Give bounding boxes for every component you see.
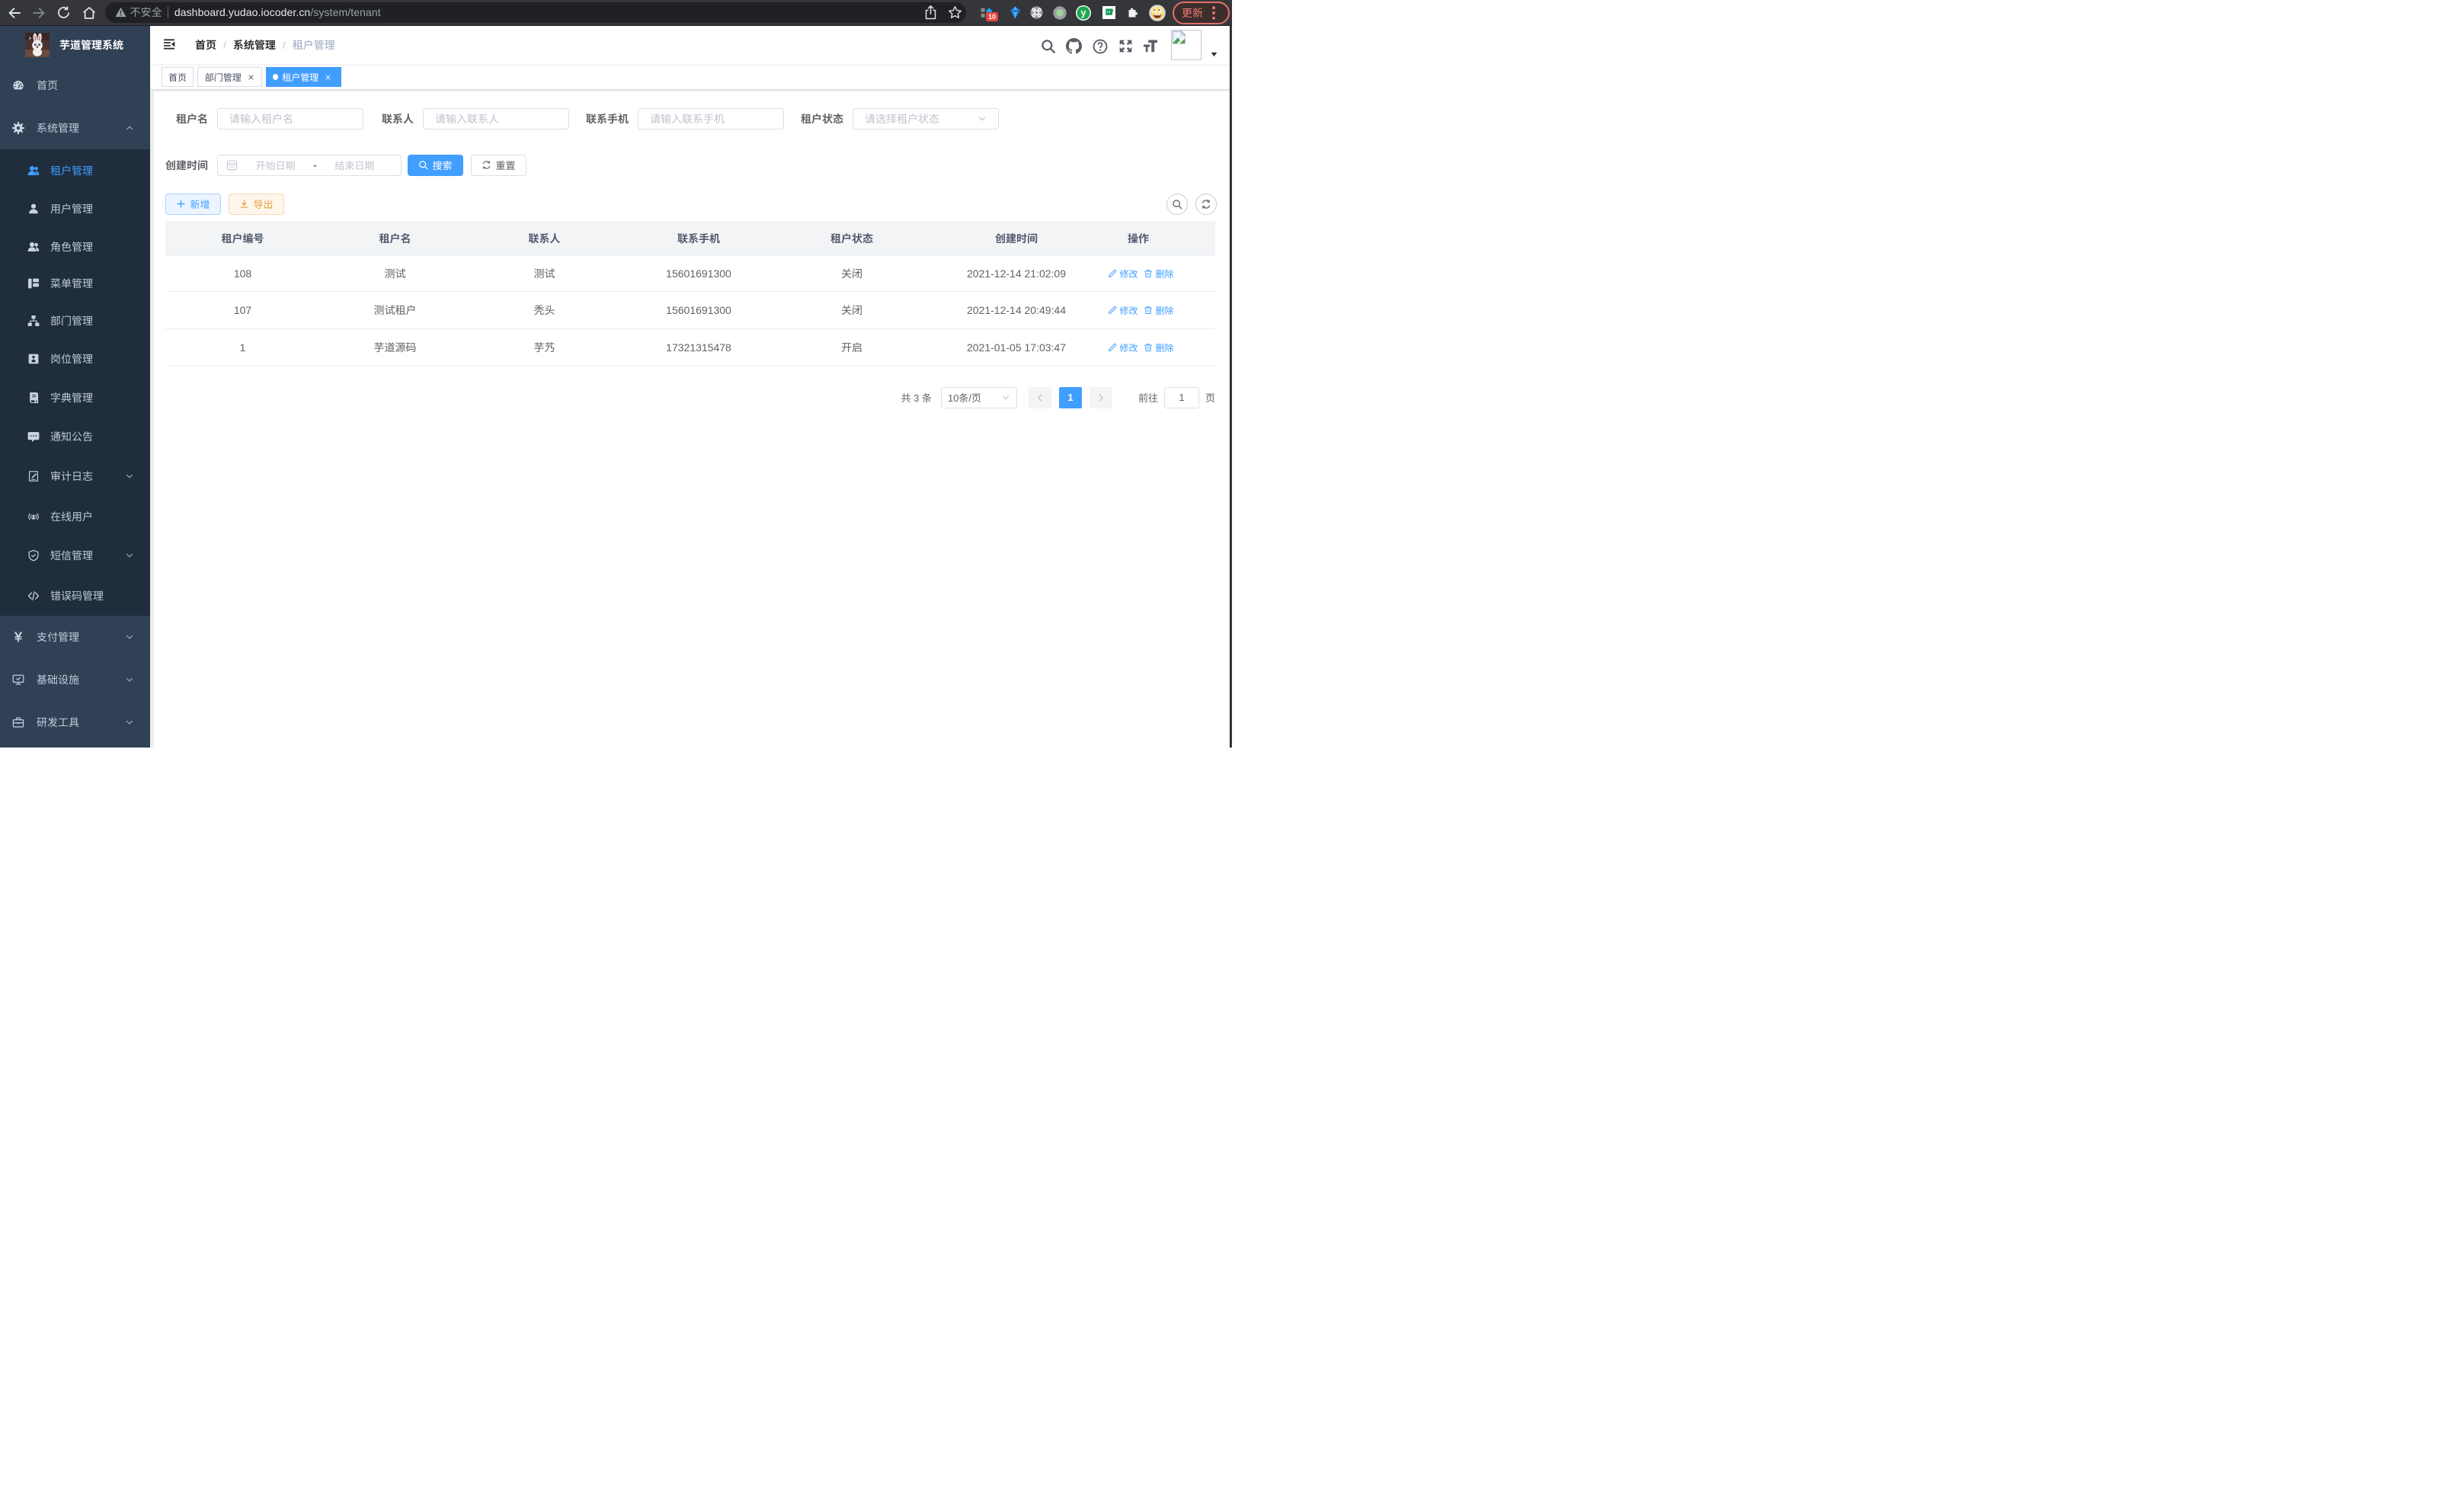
svg-text:y: y [1081, 8, 1086, 18]
